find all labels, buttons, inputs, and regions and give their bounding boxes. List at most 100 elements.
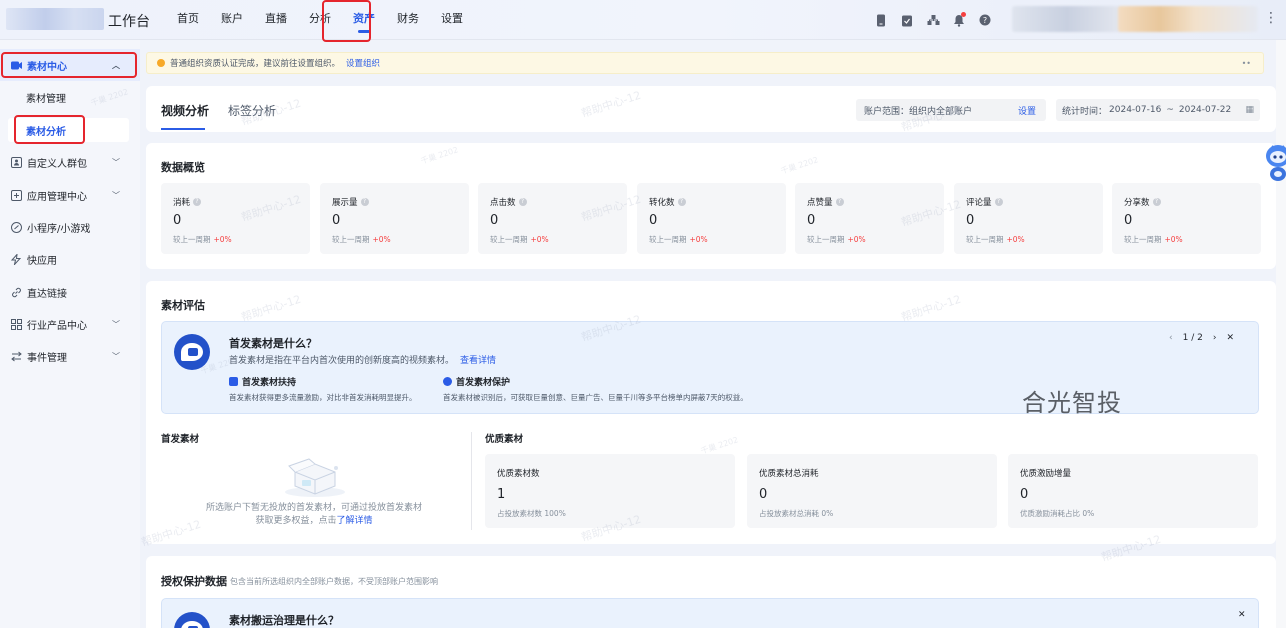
stat-compare-label: 较上一周期 xyxy=(332,235,370,244)
mobile-icon[interactable] xyxy=(872,11,890,29)
info-icon[interactable]: ? xyxy=(360,198,369,206)
info-icon[interactable]: ? xyxy=(677,198,686,206)
support-heading-text: 首发素材扶持 xyxy=(242,378,297,388)
stat-label: 点赞量 xyxy=(807,198,833,208)
stat-compare-label: 较上一周期 xyxy=(966,235,1004,244)
info-icon[interactable]: ? xyxy=(835,198,844,206)
sidebar-item-app-center[interactable]: 应用管理中心 ﹀ xyxy=(0,179,140,211)
calendar-icon[interactable]: ▦ xyxy=(1245,105,1254,115)
sidebar-item-material-center[interactable]: 素材中心 ︿ xyxy=(0,49,140,81)
date-range-picker[interactable]: 统计时间： 2024-07-16 ~ 2024-07-22 ▦ xyxy=(1056,99,1260,121)
stat-value: 0 xyxy=(966,213,975,228)
chevron-right-icon[interactable]: › xyxy=(1213,333,1217,343)
org-selector[interactable] xyxy=(1012,6,1122,32)
quality-stat-label: 优质激励增量 xyxy=(1020,469,1072,479)
sidebar-item-label: 快应用 xyxy=(27,255,57,267)
pager-text: 1 / 2 xyxy=(1182,333,1203,343)
stat-value: 0 xyxy=(807,213,816,228)
close-icon[interactable]: ✕ xyxy=(1238,610,1246,620)
banner-pager: ‹ 1 / 2 › ✕ xyxy=(1169,333,1234,343)
sidebar-sub-material-analysis[interactable]: 素材分析 xyxy=(8,118,129,142)
banner-detail-link[interactable]: 查看详情 xyxy=(460,356,496,366)
sidebar-sub-material-manage[interactable]: 素材管理 xyxy=(8,85,129,109)
nav-live[interactable]: 直播 xyxy=(254,0,298,40)
quality-material-title: 优质素材 xyxy=(485,434,524,445)
close-icon[interactable]: ✕ xyxy=(1226,333,1234,343)
auth-banner-close: ✕ xyxy=(1238,610,1246,620)
info-icon[interactable]: ? xyxy=(193,198,202,206)
protect-heading: 首发素材保护 xyxy=(443,375,510,388)
quality-stat-value: 1 xyxy=(497,487,506,502)
quality-stat-value: 0 xyxy=(1020,487,1029,502)
bell-icon[interactable] xyxy=(950,11,968,29)
date-start: 2024-07-16 xyxy=(1109,105,1162,115)
sidebar-item-direct-link[interactable]: 直达链接 xyxy=(0,276,140,308)
close-icon[interactable]: •• xyxy=(1242,59,1251,68)
clipboard-icon[interactable] xyxy=(898,11,916,29)
quality-stat-card: 优质激励增量 0 优质激励消耗占比 0% xyxy=(1008,454,1258,528)
scrollbar[interactable] xyxy=(1276,40,1286,628)
stat-change: +0% xyxy=(1006,235,1025,244)
stat-card: 分享数? 0 较上一周期 +0% xyxy=(1112,183,1261,254)
stat-change: +0% xyxy=(213,235,232,244)
overview-title: 数据概览 xyxy=(161,161,205,174)
stat-value: 0 xyxy=(173,213,182,228)
link-icon xyxy=(10,286,22,298)
stat-change: +0% xyxy=(372,235,391,244)
banner-desc-text: 首发素材是指在平台内首次使用的创新度高的视频素材。 xyxy=(229,356,455,366)
stat-compare-label: 较上一周期 xyxy=(173,235,211,244)
sidebar-item-events[interactable]: 事件管理 ﹀ xyxy=(0,340,140,372)
nav-analysis[interactable]: 分析 xyxy=(298,0,342,40)
chevron-down-icon: ﹀ xyxy=(112,157,120,167)
sidebar-item-quickapp[interactable]: 快应用 xyxy=(0,243,140,275)
nav-finance[interactable]: 财务 xyxy=(386,0,430,40)
sidebar-item-label: 小程序/小游戏 xyxy=(27,223,91,235)
nav-assets[interactable]: 资产 xyxy=(342,0,386,40)
quality-stat-card: 优质素材数 1 占投放素材数 100% xyxy=(485,454,735,528)
org-icon[interactable] xyxy=(924,11,942,29)
thumb-icon xyxy=(229,377,238,386)
info-icon[interactable]: ? xyxy=(518,198,527,206)
miniprogram-icon xyxy=(10,221,22,233)
stat-change: +0% xyxy=(847,235,866,244)
auth-note: 包含当前所选组织内全部账户数据，不受顶部账户范围影响 xyxy=(230,577,438,586)
info-icon[interactable]: ? xyxy=(994,198,1003,206)
range-settings-link[interactable]: 设置 xyxy=(1018,104,1036,117)
assistant-robot-icon[interactable] xyxy=(1262,140,1286,184)
user-avatar[interactable] xyxy=(1118,6,1258,32)
stat-label: 转化数 xyxy=(649,198,675,208)
support-text: 首发素材获得更多流量激励，对比非首发消耗明显提升。 xyxy=(229,393,417,402)
grid-icon xyxy=(10,318,22,330)
stat-card: 评论量? 0 较上一周期 +0% xyxy=(954,183,1103,254)
sidebar-item-miniprogram[interactable]: 小程序/小游戏 xyxy=(0,211,140,243)
help-icon[interactable]: ? xyxy=(976,11,994,29)
quality-stat-sub: 占投放素材总消耗 0% xyxy=(759,509,834,518)
date-separator: ~ xyxy=(1166,105,1174,115)
chevron-down-icon: ﹀ xyxy=(112,319,120,329)
learn-more-link[interactable]: 了解详情 xyxy=(337,516,373,526)
sidebar-item-audience[interactable]: 自定义人群包 ﹀ xyxy=(0,146,140,178)
nav-home[interactable]: 首页 xyxy=(166,0,210,40)
notification-dot xyxy=(961,12,966,17)
sidebar-item-label: 应用管理中心 xyxy=(27,191,87,203)
more-icon[interactable]: ⋮ xyxy=(1264,10,1278,26)
logo[interactable] xyxy=(6,8,104,30)
stat-card: 展示量? 0 较上一周期 +0% xyxy=(320,183,469,254)
tab-tag-analysis[interactable]: 标签分析 xyxy=(228,102,276,119)
chevron-left-icon[interactable]: ‹ xyxy=(1169,333,1173,343)
info-icon[interactable]: ? xyxy=(1152,198,1161,206)
first-material-title: 首发素材 xyxy=(161,434,200,445)
notice-link[interactable]: 设置组织 xyxy=(346,57,380,69)
stat-compare-label: 较上一周期 xyxy=(1124,235,1162,244)
stat-change: +0% xyxy=(1164,235,1183,244)
sidebar-item-label: 自定义人群包 xyxy=(27,158,87,170)
warning-icon xyxy=(157,59,165,67)
tab-video-analysis[interactable]: 视频分析 xyxy=(161,102,209,119)
sidebar-item-industry[interactable]: 行业产品中心 ﹀ xyxy=(0,308,140,340)
quality-stat-card: 优质素材总消耗 0 占投放素材总消耗 0% xyxy=(747,454,997,528)
banner-title: 首发素材是什么？ xyxy=(229,337,317,350)
stat-change: +0% xyxy=(530,235,549,244)
nav-settings[interactable]: 设置 xyxy=(430,0,474,40)
nav-account[interactable]: 账户 xyxy=(210,0,254,40)
top-bar: 工作台 首页 账户 直播 分析 资产 财务 设置 ? ⋮ xyxy=(0,0,1286,40)
